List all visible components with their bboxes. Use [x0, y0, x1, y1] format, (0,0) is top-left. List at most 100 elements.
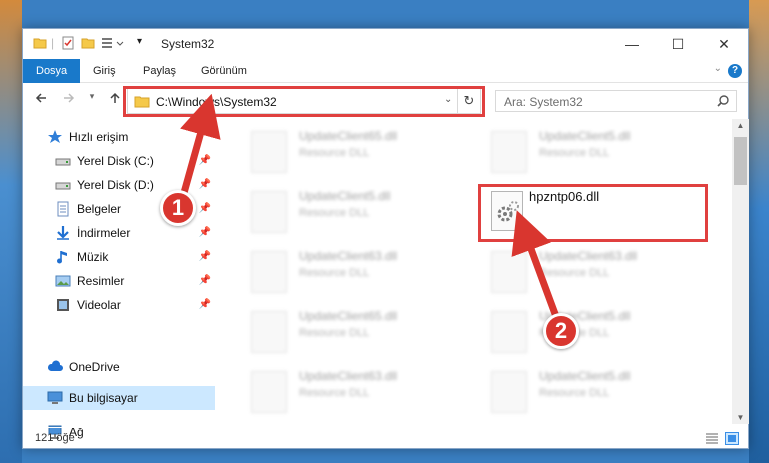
pin-icon[interactable]: 📌	[199, 275, 211, 286]
music-icon	[55, 249, 71, 265]
vertical-scrollbar[interactable]: ▲ ▼	[732, 119, 749, 424]
pin-icon[interactable]: 📌	[199, 203, 211, 214]
ribbon-tabs: Dosya Giriş Paylaş Görünüm ⌄ ?	[23, 59, 748, 83]
file-list: UpdateClient65.dll Resource DLL UpdateCl…	[233, 119, 731, 424]
recent-locations-icon[interactable]: ▾	[85, 91, 99, 111]
item-count: 121 öğe	[35, 432, 75, 444]
sidebar-item-label: İndirmeler	[77, 226, 131, 240]
sidebar-item-label: Yerel Disk (C:)	[77, 154, 154, 168]
tab-view[interactable]: Görünüm	[201, 59, 247, 83]
sidebar-item-this-pc[interactable]: Bu bilgisayar	[23, 386, 215, 410]
dll-file-icon	[251, 191, 287, 233]
dll-file-icon	[491, 131, 527, 173]
dll-file-icon	[491, 251, 527, 293]
up-button[interactable]	[105, 91, 125, 111]
sidebar-item-music[interactable]: Müzik 📌	[23, 245, 215, 269]
desktop-background	[0, 0, 22, 463]
file-item[interactable]: UpdateClient5.dll Resource DLL	[483, 125, 713, 177]
expand-ribbon-icon[interactable]: ⌄	[714, 63, 722, 74]
folder-icon	[33, 36, 47, 52]
back-button[interactable]	[31, 91, 51, 111]
file-name: UpdateClient5.dll	[539, 369, 631, 383]
file-name: UpdateClient5.dll	[539, 129, 631, 143]
pin-icon[interactable]: 📌	[199, 299, 211, 310]
customize-toolbar-icon[interactable]	[101, 36, 127, 52]
file-description: Resource DLL	[539, 267, 610, 279]
sidebar-item-label: Resimler	[77, 274, 125, 288]
step-1-badge: 1	[160, 190, 196, 226]
sidebar-item-disk-c[interactable]: Yerel Disk (C:) 📌	[23, 149, 215, 173]
address-highlight	[123, 86, 485, 117]
sidebar-item-videos[interactable]: Videolar 📌	[23, 293, 215, 317]
file-description: Resource DLL	[299, 327, 370, 339]
file-name: UpdateClient65.dll	[299, 309, 398, 323]
sidebar-item-label: Hızlı erişim	[69, 130, 129, 144]
search-input[interactable]: Ara: System32	[504, 95, 583, 109]
status-bar: 121 öğe	[23, 427, 748, 449]
navigation-pane: Hızlı erişim Yerel Disk (C:) 📌 Yerel Dis…	[23, 119, 215, 439]
file-highlight	[478, 184, 708, 242]
tab-file[interactable]: Dosya	[23, 59, 81, 83]
pin-icon[interactable]: 📌	[199, 179, 211, 190]
computer-icon	[47, 390, 63, 406]
dll-file-icon	[251, 131, 287, 173]
sidebar-item-onedrive[interactable]: OneDrive	[23, 355, 215, 379]
cloud-icon	[47, 359, 63, 375]
star-icon	[47, 129, 63, 145]
dll-file-icon	[251, 311, 287, 353]
help-icon[interactable]: ?	[728, 64, 742, 78]
scroll-down-icon[interactable]: ▼	[732, 413, 749, 422]
file-description: Resource DLL	[539, 387, 610, 399]
forward-button[interactable]	[59, 91, 79, 111]
dropdown-arrow-icon[interactable]: ▾	[137, 36, 142, 52]
file-description: Resource DLL	[299, 387, 370, 399]
drive-icon	[55, 177, 71, 193]
file-name: UpdateClient5.dll	[299, 189, 391, 203]
separator: |	[51, 36, 55, 50]
tiles-view-icon[interactable]	[725, 432, 739, 445]
sidebar-item-quick-access[interactable]: Hızlı erişim	[23, 125, 215, 149]
search-box[interactable]: Ara: System32	[495, 90, 737, 112]
sidebar-item-label: Müzik	[77, 250, 109, 264]
file-item[interactable]: UpdateClient65.dll Resource DLL	[243, 305, 473, 357]
file-item[interactable]: UpdateClient63.dll Resource DLL	[243, 365, 473, 417]
file-name: UpdateClient63.dll	[299, 249, 398, 263]
close-button[interactable]: ✕	[701, 29, 747, 59]
desktop-background	[749, 0, 769, 463]
details-view-icon[interactable]	[705, 432, 719, 445]
dll-file-icon	[491, 311, 527, 353]
search-icon[interactable]	[716, 94, 730, 111]
pin-icon[interactable]: 📌	[199, 155, 211, 166]
file-item[interactable]: UpdateClient63.dll Resource DLL	[243, 245, 473, 297]
sidebar-item-downloads[interactable]: İndirmeler 📌	[23, 221, 215, 245]
scroll-up-icon[interactable]: ▲	[732, 121, 749, 130]
pin-icon[interactable]: 📌	[199, 227, 211, 238]
download-icon	[55, 225, 71, 241]
scrollbar-thumb[interactable]	[734, 137, 747, 185]
file-item[interactable]: UpdateClient5.dll Resource DLL	[483, 305, 713, 357]
drive-icon	[55, 153, 71, 169]
tab-share[interactable]: Paylaş	[143, 59, 176, 83]
file-explorer-window: | ▾ System32 — ☐ ✕ Dosya Giriş Paylaş Gö…	[22, 28, 749, 449]
file-name: UpdateClient63.dll	[299, 369, 398, 383]
file-item[interactable]: UpdateClient5.dll Resource DLL	[243, 185, 473, 237]
file-item[interactable]: UpdateClient63.dll Resource DLL	[483, 245, 713, 297]
file-item[interactable]: UpdateClient5.dll Resource DLL	[483, 365, 713, 417]
pin-icon[interactable]: 📌	[199, 251, 211, 262]
properties-icon[interactable]	[61, 36, 75, 52]
file-item[interactable]: UpdateClient65.dll Resource DLL	[243, 125, 473, 177]
window-title: System32	[161, 37, 215, 51]
step-2-badge: 2	[543, 313, 579, 349]
tab-home[interactable]: Giriş	[93, 59, 116, 83]
sidebar-item-label: Bu bilgisayar	[69, 391, 138, 405]
sidebar-item-label: Belgeler	[77, 202, 122, 216]
maximize-button[interactable]: ☐	[655, 29, 701, 59]
new-folder-icon[interactable]	[81, 36, 95, 52]
minimize-button[interactable]: —	[609, 29, 655, 59]
file-description: Resource DLL	[299, 147, 370, 159]
file-description: Resource DLL	[539, 147, 610, 159]
sidebar-item-pictures[interactable]: Resimler 📌	[23, 269, 215, 293]
video-icon	[55, 297, 71, 313]
title-bar: | ▾ System32 — ☐ ✕	[23, 29, 748, 59]
sidebar-item-label: Videolar	[77, 298, 121, 312]
